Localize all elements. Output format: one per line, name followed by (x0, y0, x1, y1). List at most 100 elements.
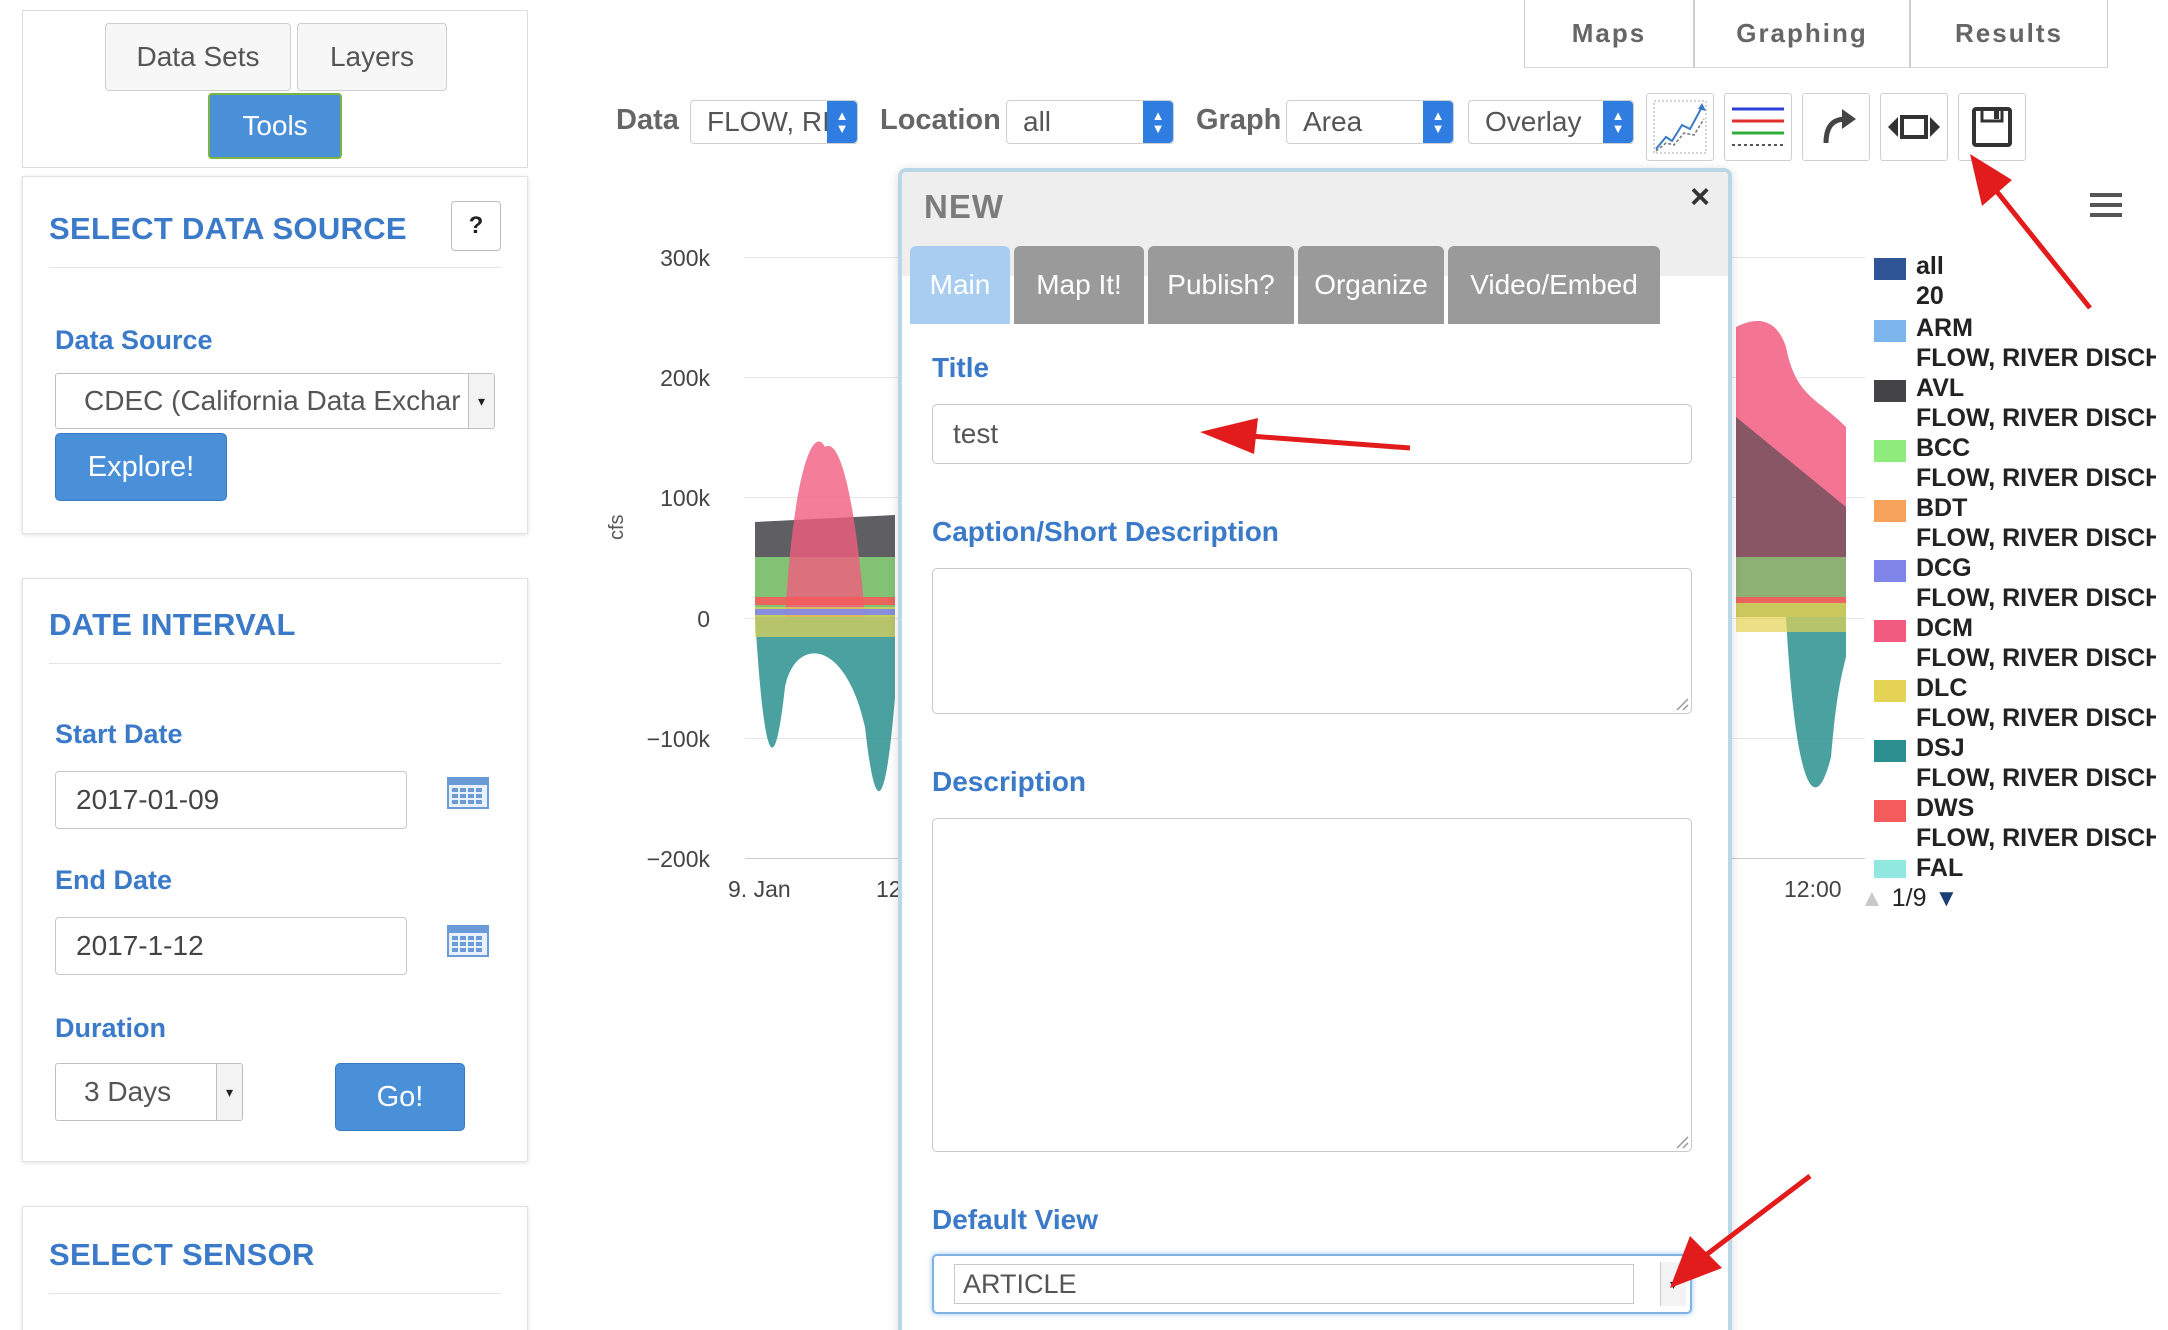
expand-horizontal-icon (1888, 115, 1940, 139)
legend-item-name: FLOW, RIVER DISCHARGE (1916, 644, 2156, 672)
share-button[interactable] (1802, 93, 1870, 161)
legend-swatch-fal[interactable] (1874, 860, 1906, 878)
series-dws-area (755, 597, 895, 605)
select-sensor-title: SELECT SENSOR (49, 1237, 315, 1272)
caption-textarea[interactable] (932, 568, 1692, 714)
y-axis-label: cfs (606, 514, 628, 540)
legend-swatch-dsj[interactable] (1874, 740, 1906, 762)
dialog-title: NEW (924, 188, 1004, 225)
end-date-value: 2017-1-12 (76, 930, 204, 961)
new-item-dialog: NEW × Main Map It! Publish? Organize Vid… (898, 168, 1732, 1330)
legend-item-code[interactable]: DSJ (1916, 734, 1965, 763)
tab-maps[interactable]: Maps (1524, 0, 1694, 68)
area-chart-right-slice (1736, 321, 1846, 788)
legend-item-code[interactable]: ARM (1916, 314, 1973, 343)
legend-count-label: 20 (1916, 282, 1944, 310)
legend-swatch-dlc[interactable] (1874, 680, 1906, 702)
legend-item-code[interactable]: BCC (1916, 434, 1970, 463)
graph-type-value: Area (1303, 106, 1363, 137)
calendar-icon[interactable] (447, 925, 489, 957)
legend-item-code[interactable]: FAL (1916, 854, 1963, 878)
legend-swatch-all (1874, 258, 1906, 280)
select-data-source-title: SELECT DATA SOURCE (49, 211, 407, 246)
legend-item-code[interactable]: DCG (1916, 554, 1972, 583)
chart-legend: all20 ARM FLOW, RIVER DISCHARGE AVL FLOW, RI… (1864, 250, 2164, 878)
series-lines-button[interactable] (1724, 93, 1792, 161)
select-data-source-panel: SELECT DATA SOURCE ? Data Source CDEC (C… (22, 176, 528, 534)
tab-layers[interactable]: Layers (297, 23, 447, 91)
legend-item-code[interactable]: AVL (1916, 374, 1964, 403)
legend-swatch-dws[interactable] (1874, 800, 1906, 822)
default-view-label: Default View (932, 1204, 1098, 1235)
series-dws-area (1736, 597, 1846, 603)
legend-all-label[interactable]: all (1916, 252, 1944, 281)
calendar-icon[interactable] (447, 777, 489, 809)
legend-swatch-dcm[interactable] (1874, 620, 1906, 642)
legend-item-name: FLOW, RIVER DISCHARGE (1916, 524, 2156, 552)
duration-select[interactable]: 3 Days ▾ (55, 1063, 243, 1121)
tab-results[interactable]: Results (1910, 0, 2108, 68)
pager-up-icon[interactable]: ▲ (1860, 885, 1884, 913)
tab-main[interactable]: Main (910, 246, 1010, 324)
tab-publish[interactable]: Publish? (1148, 246, 1294, 324)
legend-item-code[interactable]: DLC (1916, 674, 1967, 703)
legend-item-code[interactable]: DWS (1916, 794, 1974, 823)
tab-video-embed[interactable]: Video/Embed (1448, 246, 1660, 324)
help-button[interactable]: ? (451, 201, 501, 251)
data-source-select[interactable]: CDEC (California Data Exchar ▾ (55, 373, 495, 429)
tab-data-sets[interactable]: Data Sets (105, 23, 291, 91)
series-dcm-area (785, 441, 865, 617)
overlay-select[interactable]: Overlay ▲ ▼ (1468, 100, 1634, 144)
chart-menu-icon[interactable] (2088, 190, 2124, 220)
tab-organize[interactable]: Organize (1298, 246, 1444, 324)
legend-item-code[interactable]: BDT (1916, 494, 1967, 523)
chevron-updown-icon: ▲ ▼ (1603, 101, 1633, 143)
overlay-value: Overlay (1485, 106, 1582, 137)
end-date-input[interactable]: 2017-1-12 (55, 917, 407, 975)
chevron-updown-icon: ▲ ▼ (1423, 101, 1453, 143)
tab-graphing[interactable]: Graphing (1694, 0, 1910, 68)
legend-swatch-avl[interactable] (1874, 380, 1906, 402)
series-dsj-area (755, 617, 895, 792)
date-interval-title: DATE INTERVAL (49, 607, 296, 642)
legend-swatch-bcc[interactable] (1874, 440, 1906, 462)
caption-label: Caption/Short Description (932, 516, 1279, 547)
date-interval-panel: DATE INTERVAL Start Date 2017-01-09 End … (22, 578, 528, 1162)
tab-tools[interactable]: Tools (208, 93, 342, 159)
start-date-input[interactable]: 2017-01-09 (55, 771, 407, 829)
legend-swatch-arm[interactable] (1874, 320, 1906, 342)
divider (49, 663, 501, 664)
data-select-value: FLOW, RI (707, 106, 830, 137)
data-source-value: CDEC (California Data Exchar (84, 385, 461, 416)
tab-map-it[interactable]: Map It! (1014, 246, 1144, 324)
default-view-value: ARTICLE (954, 1264, 1634, 1304)
trend-chart-button[interactable] (1646, 93, 1714, 161)
resize-handle-icon[interactable] (1673, 1133, 1689, 1149)
title-input[interactable]: test (932, 404, 1692, 464)
description-textarea[interactable] (932, 818, 1692, 1152)
legend-swatch-dcg[interactable] (1874, 560, 1906, 582)
explore-button[interactable]: Explore! (55, 433, 227, 501)
save-button[interactable] (1958, 93, 2026, 161)
legend-item-name: FLOW, RIVER DISCHARGE (1916, 704, 2156, 732)
legend-item-code[interactable]: DCM (1916, 614, 1973, 643)
resize-handle-icon[interactable] (1673, 695, 1689, 711)
location-select[interactable]: all ▲ ▼ (1006, 100, 1174, 144)
default-view-select[interactable]: ARTICLE ▾ (932, 1254, 1692, 1314)
chevron-down-icon[interactable]: ▾ (1660, 1262, 1686, 1306)
share-arrow-icon (1823, 109, 1856, 144)
series-lines-icon (1732, 107, 1784, 146)
select-sensor-panel: SELECT SENSOR (22, 1206, 528, 1330)
data-select[interactable]: FLOW, RI ▲ ▼ (690, 100, 858, 144)
location-select-value: all (1023, 106, 1052, 137)
go-button[interactable]: Go! (335, 1063, 465, 1131)
close-icon[interactable]: × (1690, 178, 1710, 217)
graph-type-select[interactable]: Area ▲ ▼ (1286, 100, 1454, 144)
pager-down-icon[interactable]: ▼ (1935, 885, 1959, 913)
legend-item-name: FLOW, RIVER DISCHARGE (1916, 824, 2156, 852)
legend-swatch-bdt[interactable] (1874, 500, 1906, 522)
legend-item-name: FLOW, RIVER DISCHARGE (1916, 764, 2156, 792)
chevron-updown-icon: ▲ ▼ (1143, 101, 1173, 143)
legend-item-name: FLOW, RIVER DISCHARGE (1916, 464, 2156, 492)
expand-width-button[interactable] (1880, 93, 1948, 161)
